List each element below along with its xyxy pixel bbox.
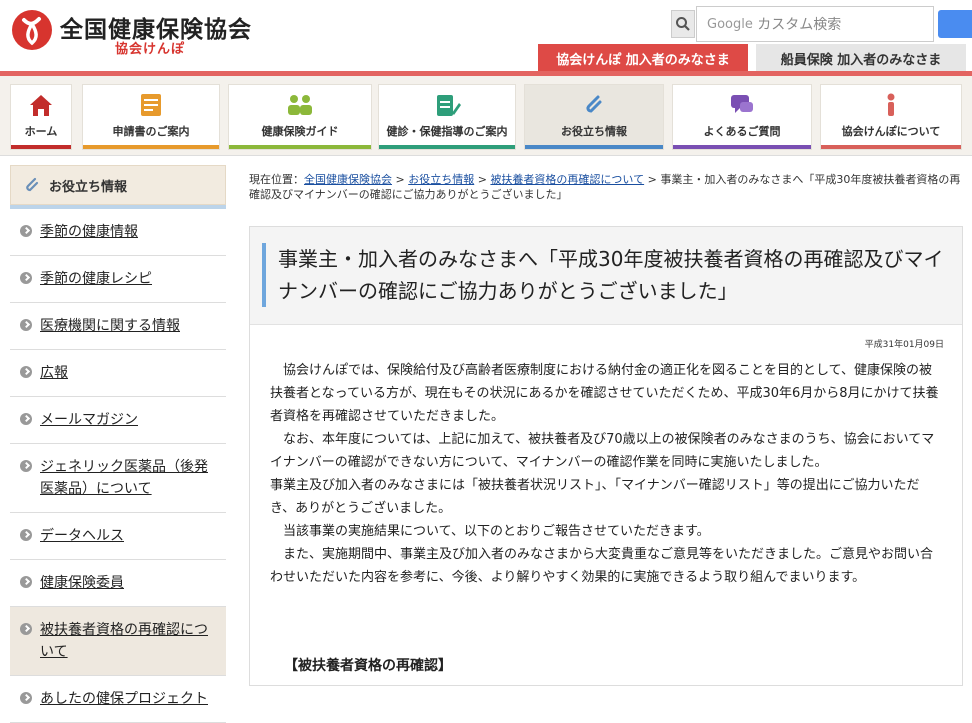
paperclip-icon	[586, 95, 602, 113]
sidebar-item[interactable]: 医療機関に関する情報	[10, 303, 226, 350]
sidebar-item[interactable]: 季節の健康レシピ	[10, 256, 226, 303]
sidebar-item-link[interactable]: 医療機関に関する情報	[40, 318, 180, 334]
search-icon	[671, 10, 695, 38]
info-person-icon	[887, 93, 895, 116]
breadcrumb-link[interactable]: お役立ち情報	[408, 173, 474, 186]
chevron-right-icon	[20, 576, 32, 588]
sidebar-item-link[interactable]: 季節の健康情報	[40, 224, 138, 240]
sidebar-item-current[interactable]: 被扶養者資格の再確認について	[10, 607, 226, 676]
speech-bubble-icon	[731, 95, 753, 113]
paragraph: 事業主及び加入者のみなさまには「被扶養者状況リスト」、「マイナンバー確認リスト」…	[270, 478, 920, 516]
sidebar-item-link[interactable]: 広報	[40, 365, 68, 381]
sidebar: お役立ち情報 季節の健康情報 季節の健康レシピ 医療機関に関する情報 広報 メー…	[10, 165, 226, 723]
paperclip-icon	[26, 177, 39, 192]
sidebar-item-link[interactable]: ジェネリック医薬品（後発医薬品）について	[40, 459, 208, 497]
document-icon	[141, 94, 161, 116]
article: 事業主・加入者のみなさまへ「平成30年度被扶養者資格の再確認及びマイナンバーの確…	[249, 226, 963, 686]
search-input[interactable]: Google カスタム検索	[696, 6, 934, 42]
nav-useful-info-bar	[525, 145, 663, 149]
paragraph: また、実施期間中、事業主及び加入者のみなさまから大変貴重なご意見等をいただきまし…	[270, 543, 942, 589]
nav-about-label: 協会けんぽについて	[841, 125, 941, 138]
nav-faq-label: よくあるご質問	[703, 125, 781, 138]
nav-about[interactable]: 協会けんぽについて	[820, 84, 962, 150]
paragraph-text: 協会けんぽでは、保険給付及び高齢者医療制度における納付金の適正化を図ることを目的…	[270, 363, 939, 424]
search-placeholder: カスタム検索	[757, 17, 842, 33]
global-nav: ホーム 申請書のご案内 健康保険ガイド 健診・保健指導のご案内 お役立ち情報 よ…	[0, 76, 972, 156]
nav-home[interactable]: ホーム	[10, 84, 72, 150]
clipboard-pencil-icon	[437, 95, 461, 116]
nav-insurance-guide[interactable]: 健康保険ガイド	[228, 84, 372, 150]
nav-insurance-guide-bar	[229, 145, 371, 149]
sidebar-item-link[interactable]: メールマガジン	[40, 412, 138, 428]
paragraph-text: 当該事業の実施結果について、以下のとおりご報告させていただきます。	[283, 524, 710, 539]
nav-useful-info[interactable]: お役立ち情報	[524, 84, 664, 150]
nav-forms-bar	[83, 145, 219, 149]
paragraph: 当該事業の実施結果について、以下のとおりご報告させていただきます。	[270, 520, 942, 543]
tab-senin-members[interactable]: 船員保険 加入者のみなさま	[756, 44, 966, 72]
chevron-right-icon	[20, 413, 32, 425]
nav-faq-bar	[673, 145, 811, 149]
article-title-band: 事業主・加入者のみなさまへ「平成30年度被扶養者資格の再確認及びマイナンバーの確…	[250, 227, 962, 325]
chevron-right-icon	[20, 319, 32, 331]
chevron-right-icon	[20, 460, 32, 472]
nav-home-bar	[11, 145, 71, 149]
breadcrumb: 現在位置：全国健康保険協会 > お役立ち情報 > 被扶養者資格の再確認について …	[249, 173, 961, 201]
chevron-right-icon	[20, 366, 32, 378]
paragraph: なお、本年度については、上記に加えて、被扶養者及び70歳以上の被保険者のみなさま…	[270, 428, 942, 474]
section-heading: 【被扶養者資格の再確認】	[284, 658, 452, 674]
nav-useful-info-label: お役立ち情報	[561, 125, 627, 138]
nav-checkup-label: 健診・保健指導のご案内	[386, 125, 508, 138]
chevron-right-icon	[20, 623, 32, 635]
paragraph-text: また、実施期間中、事業主及び加入者のみなさまから大変貴重なご意見等をいただきまし…	[270, 547, 934, 585]
nav-checkup[interactable]: 健診・保健指導のご案内	[378, 84, 516, 150]
page-title: 事業主・加入者のみなさまへ「平成30年度被扶養者資格の再確認及びマイナンバーの確…	[278, 247, 944, 303]
sidebar-item-link[interactable]: 被扶養者資格の再確認について	[40, 622, 208, 660]
sidebar-item[interactable]: メールマガジン	[10, 397, 226, 444]
nav-insurance-guide-label: 健康保険ガイド	[261, 125, 339, 138]
paragraph: 協会けんぽでは、保険給付及び高齢者医療制度における納付金の適正化を図ることを目的…	[270, 359, 942, 428]
people-icon	[288, 95, 312, 115]
breadcrumb-prefix: 現在位置：	[249, 173, 304, 186]
sidebar-item-link[interactable]: データヘルス	[40, 528, 124, 544]
nav-faq[interactable]: よくあるご質問	[672, 84, 812, 150]
article-body: 協会けんぽでは、保険給付及び高齢者医療制度における納付金の適正化を図ることを目的…	[270, 359, 942, 589]
site-subtitle: 協会けんぽ	[115, 42, 186, 57]
chevron-right-icon	[20, 529, 32, 541]
sidebar-item-link[interactable]: 健康保険委員	[40, 575, 124, 591]
title-accent-bar	[262, 243, 266, 307]
sidebar-item-link[interactable]: 季節の健康レシピ	[40, 271, 152, 287]
nav-home-label: ホーム	[24, 125, 58, 138]
sidebar-item[interactable]: 季節の健康情報	[10, 209, 226, 256]
search-brand: Google	[707, 16, 753, 32]
sidebar-item[interactable]: 健康保険委員	[10, 560, 226, 607]
publish-date: 平成31年01月09日	[864, 340, 944, 350]
tab-kyokai-members[interactable]: 協会けんぽ 加入者のみなさま	[538, 44, 748, 72]
nav-forms-label: 申請書のご案内	[112, 125, 190, 138]
sidebar-item[interactable]: ジェネリック医薬品（後発医薬品）について	[10, 444, 226, 513]
sidebar-item[interactable]: あしたの健保プロジェクト	[10, 676, 226, 723]
site-header: 全国健康保険協会 協会けんぽ Google カスタム検索 協会けんぽ 加入者のみ…	[0, 0, 972, 76]
sidebar-item-link[interactable]: あしたの健保プロジェクト	[40, 691, 208, 707]
sidebar-item[interactable]: データヘルス	[10, 513, 226, 560]
chevron-right-icon	[20, 225, 32, 237]
breadcrumb-link[interactable]: 被扶養者資格の再確認について	[490, 173, 644, 186]
nav-forms[interactable]: 申請書のご案内	[82, 84, 220, 150]
chevron-right-icon	[20, 272, 32, 284]
kyokai-logo-icon[interactable]	[12, 10, 52, 50]
breadcrumb-link[interactable]: 全国健康保険協会	[304, 173, 392, 186]
chevron-right-icon	[20, 692, 32, 704]
nav-checkup-bar	[379, 145, 515, 149]
sidebar-item[interactable]: 広報	[10, 350, 226, 397]
sidebar-list: 季節の健康情報 季節の健康レシピ 医療機関に関する情報 広報 メールマガジン ジ…	[10, 209, 226, 723]
sidebar-heading-label: お役立ち情報	[49, 179, 128, 195]
sidebar-heading: お役立ち情報	[10, 165, 226, 205]
home-icon	[30, 95, 52, 116]
nav-about-bar	[821, 145, 961, 149]
search-button[interactable]	[938, 10, 972, 38]
paragraph-text: なお、本年度については、上記に加えて、被扶養者及び70歳以上の被保険者のみなさま…	[270, 432, 935, 470]
